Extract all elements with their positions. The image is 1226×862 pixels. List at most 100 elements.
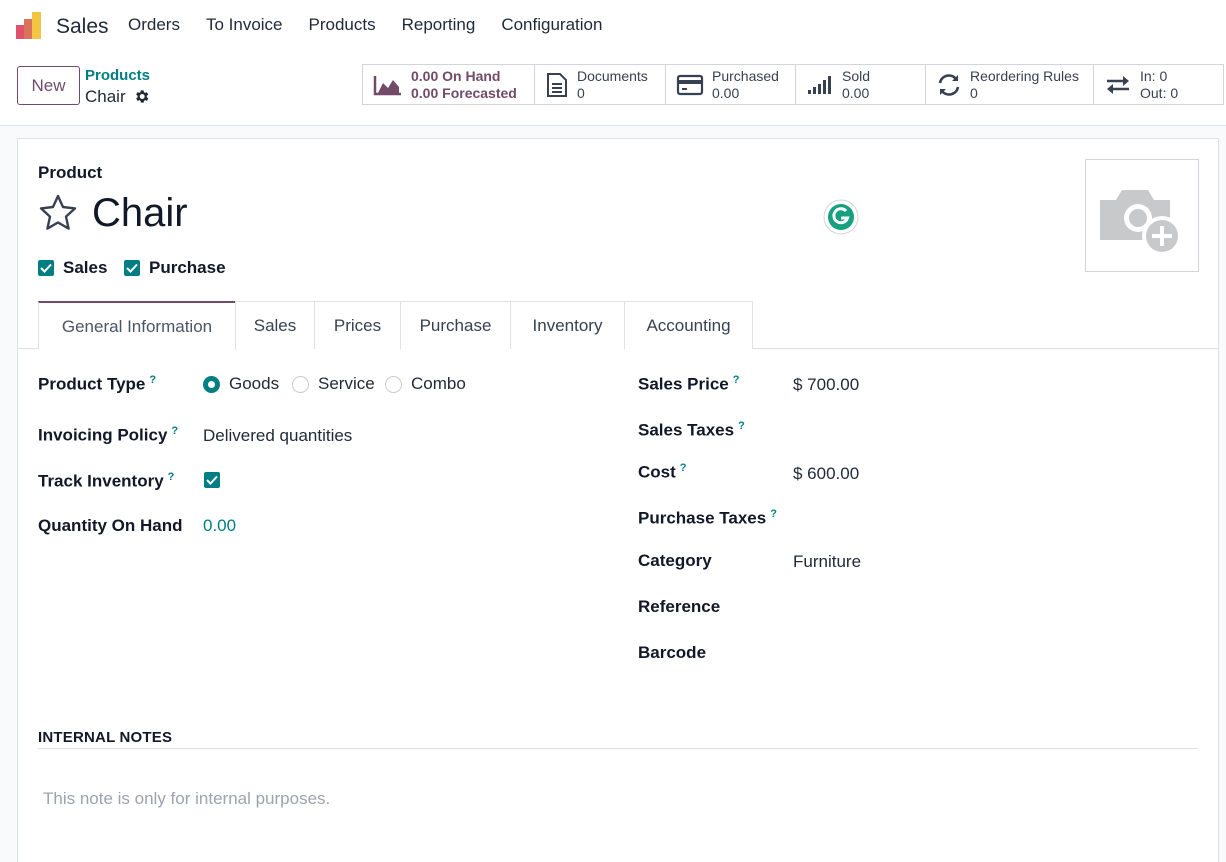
- camera-add-icon: [1100, 190, 1182, 256]
- check-icon: [206, 475, 218, 485]
- can-be-sold-checkbox[interactable]: Sales: [38, 258, 107, 278]
- purchased-button[interactable]: Purchased 0.00: [666, 65, 796, 104]
- in-out-button[interactable]: In: 0 Out: 0: [1094, 65, 1224, 104]
- menu-reporting[interactable]: Reporting: [402, 15, 476, 35]
- document-icon: [547, 72, 567, 97]
- internal-notes-editor[interactable]: This note is only for internal purposes.: [43, 789, 330, 809]
- product-label: Product: [38, 163, 103, 182]
- reference-label: Reference: [638, 597, 721, 616]
- main-menu: Orders To Invoice Products Reporting Con…: [128, 15, 628, 35]
- area-chart-icon: [373, 75, 401, 95]
- on-hand-button[interactable]: 0.00 On Hand 0.00 Forecasted: [363, 65, 535, 104]
- help-icon[interactable]: ?: [733, 374, 740, 386]
- help-icon[interactable]: ?: [738, 420, 745, 432]
- new-button[interactable]: New: [17, 66, 80, 105]
- category-field[interactable]: Furniture: [793, 552, 861, 572]
- track-inventory-label: Track Inventory?: [38, 471, 174, 492]
- radio-goods-label: Goods: [229, 374, 280, 393]
- sold-label: Sold: [842, 67, 871, 84]
- radio-selected-indicator: [203, 375, 220, 393]
- check-icon: [124, 260, 140, 276]
- sold-value: 0.00: [842, 84, 870, 101]
- control-panel: New Products Chair 0.00 On Hand 0.00 For…: [0, 52, 1226, 126]
- radio-service[interactable]: Service: [292, 374, 375, 394]
- cost-field[interactable]: $ 600.00: [793, 464, 859, 484]
- help-icon[interactable]: ?: [149, 374, 156, 386]
- on-hand-value: 0.00 On Hand: [411, 67, 501, 84]
- radio-goods[interactable]: Goods: [203, 374, 279, 394]
- can-be-purchased-label: Purchase: [149, 258, 226, 277]
- app-name[interactable]: Sales: [56, 15, 109, 39]
- menu-configuration[interactable]: Configuration: [501, 15, 602, 35]
- barcode-label: Barcode: [638, 643, 707, 662]
- in-count: In: 0: [1140, 67, 1168, 84]
- favorite-star-icon[interactable]: [38, 193, 78, 233]
- sales-app-icon[interactable]: [15, 11, 45, 41]
- product-form-sheet: Product Chair Sales Purchase General Inf…: [17, 138, 1219, 862]
- radio-combo-label: Combo: [411, 374, 466, 393]
- sales-taxes-label-text: Sales Taxes: [638, 420, 735, 440]
- purchase-taxes-label: Purchase Taxes?: [638, 508, 777, 529]
- menu-orders[interactable]: Orders: [128, 15, 180, 35]
- reordering-value: 0: [970, 84, 978, 101]
- refresh-icon: [938, 73, 960, 96]
- quantity-on-hand-value[interactable]: 0.00: [203, 516, 236, 536]
- radio-combo[interactable]: Combo: [385, 374, 466, 394]
- category-label: Category: [638, 551, 712, 570]
- reordering-rules-button[interactable]: Reordering Rules 0: [926, 65, 1094, 104]
- exchange-icon: [1107, 75, 1129, 94]
- invoicing-policy-label: Invoicing Policy?: [38, 425, 178, 446]
- track-inventory-checkbox[interactable]: [204, 472, 220, 488]
- sales-price-field[interactable]: $ 700.00: [793, 375, 859, 395]
- grammarly-icon[interactable]: [823, 199, 859, 235]
- sales-price-label-text: Sales Price: [638, 374, 729, 394]
- purchased-value: 0.00: [712, 84, 740, 101]
- quantity-on-hand-label: Quantity On Hand: [38, 516, 183, 535]
- internal-notes-title: INTERNAL NOTES: [38, 729, 173, 746]
- product-image-upload[interactable]: [1085, 159, 1199, 272]
- help-icon[interactable]: ?: [168, 471, 175, 483]
- tab-prices[interactable]: Prices: [314, 301, 401, 349]
- purchased-label: Purchased: [712, 67, 779, 84]
- tab-sales[interactable]: Sales: [235, 301, 315, 349]
- track-inventory-label-text: Track Inventory: [38, 471, 164, 491]
- forecasted-value: 0.00 Forecasted: [411, 84, 517, 101]
- tab-purchase[interactable]: Purchase: [400, 301, 511, 349]
- credit-card-icon: [676, 74, 704, 95]
- breadcrumb-products[interactable]: Products: [85, 67, 150, 84]
- smart-buttons: 0.00 On Hand 0.00 Forecasted Documents 0…: [362, 64, 1224, 105]
- breadcrumb-current: Chair: [85, 87, 126, 106]
- can-be-purchased-checkbox[interactable]: Purchase: [124, 258, 226, 278]
- radio-indicator: [385, 375, 402, 393]
- invoicing-policy-select[interactable]: Delivered quantities: [203, 426, 352, 446]
- help-icon[interactable]: ?: [680, 462, 687, 474]
- divider: [38, 748, 1198, 749]
- cost-label-text: Cost: [638, 462, 676, 482]
- reordering-label: Reordering Rules: [970, 67, 1079, 84]
- radio-indicator: [292, 375, 309, 393]
- check-icon: [38, 260, 54, 276]
- cost-label: Cost?: [638, 462, 687, 483]
- top-navbar: Sales Orders To Invoice Products Reporti…: [0, 0, 1226, 52]
- can-be-sold-label: Sales: [63, 258, 108, 277]
- tab-accounting[interactable]: Accounting: [624, 301, 753, 349]
- radio-service-label: Service: [318, 374, 375, 393]
- help-icon[interactable]: ?: [171, 425, 178, 437]
- menu-to-invoice[interactable]: To Invoice: [206, 15, 283, 35]
- sold-button[interactable]: Sold 0.00: [796, 65, 926, 104]
- tab-inventory[interactable]: Inventory: [510, 301, 625, 349]
- purchase-taxes-label-text: Purchase Taxes: [638, 508, 767, 528]
- product-type-label-text: Product Type: [38, 374, 146, 394]
- out-count: Out: 0: [1140, 84, 1179, 101]
- tab-general-information[interactable]: General Information: [38, 301, 236, 350]
- product-name-field[interactable]: Chair: [92, 191, 188, 236]
- documents-count: 0: [577, 84, 585, 101]
- product-type-label: Product Type?: [38, 374, 156, 395]
- documents-button[interactable]: Documents 0: [535, 65, 666, 104]
- gear-icon[interactable]: [133, 88, 150, 105]
- form-tabs: General Information Sales Prices Purchas…: [18, 301, 1218, 350]
- documents-label: Documents: [577, 67, 648, 84]
- help-icon[interactable]: ?: [770, 508, 777, 520]
- menu-products[interactable]: Products: [309, 15, 376, 35]
- sales-price-label: Sales Price?: [638, 374, 739, 395]
